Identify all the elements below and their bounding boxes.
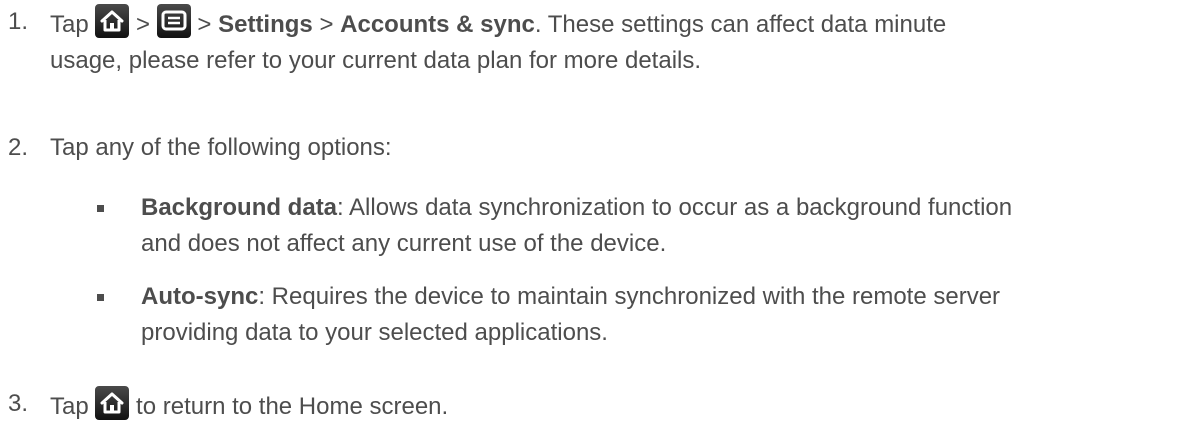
tap-word: Tap (50, 11, 89, 38)
step-1-description-continued: usage, please refer to your current data… (50, 47, 702, 74)
option-description-continued: and does not affect any current use of t… (141, 230, 667, 257)
option-description: : Requires the device to maintain synchr… (258, 283, 1001, 310)
instructions-document: 1. Tap > > Settings > Accounts & sync. T… (0, 0, 1186, 434)
separator: > (197, 11, 212, 38)
option-text: Auto-sync: Requires the device to mainta… (141, 279, 1181, 351)
step-number: 1. (8, 8, 29, 35)
step-1-description: . These settings can affect data minute (534, 11, 947, 38)
separator: > (136, 11, 151, 38)
step-text: Tap any of the following options: (50, 134, 392, 161)
separator: > (319, 11, 334, 38)
step-text: Tap to return to the Home screen. (50, 386, 1186, 425)
step-3-description: to return to the Home screen. (136, 393, 449, 420)
step-text: Tap > > Settings > Accounts & sync. Thes… (50, 4, 1186, 79)
home-icon (95, 386, 130, 420)
menu-icon (156, 4, 191, 38)
option-description: : Allows data synchronization to occur a… (337, 194, 1013, 221)
step-number: 2. (8, 134, 29, 161)
step-number: 3. (8, 390, 29, 417)
option-term: Auto-sync (141, 283, 259, 310)
option-text: Background data: Allows data synchroniza… (141, 190, 1181, 262)
accounts-sync-term: Accounts & sync (340, 11, 535, 38)
option-description-continued: providing data to your selected applicat… (141, 319, 608, 346)
tap-word: Tap (50, 393, 89, 420)
bullet-marker (97, 294, 104, 301)
option-term: Background data (141, 194, 338, 221)
settings-term: Settings (218, 11, 313, 38)
bullet-marker (97, 205, 104, 212)
home-icon (95, 4, 130, 38)
